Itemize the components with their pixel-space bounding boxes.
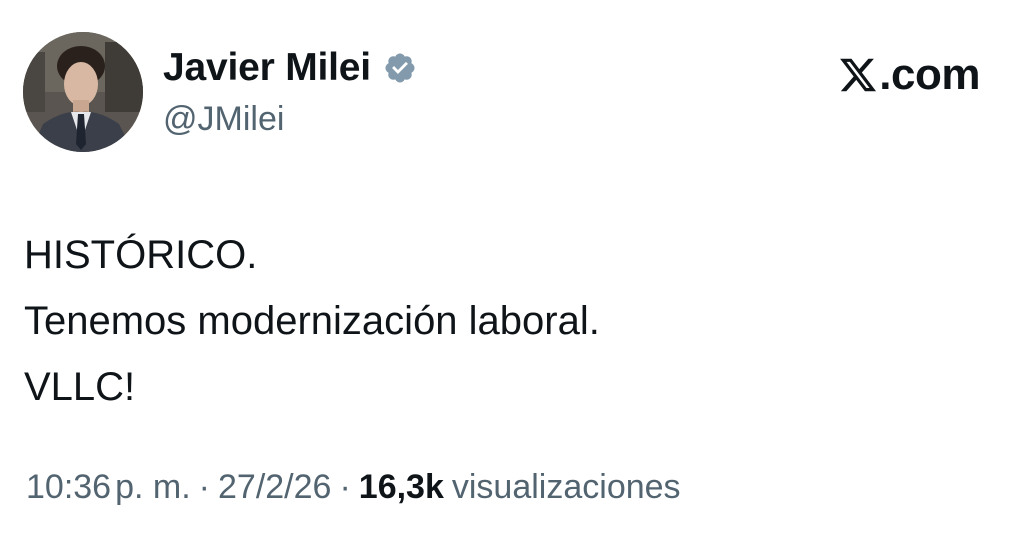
name-row: Javier Milei: [163, 42, 417, 94]
x-brand-text: .com: [879, 50, 980, 99]
views-count: 16,3k: [358, 468, 444, 506]
tweet-meta: 10:36 p. m. · 27/2/26 · 16,3k visualizac…: [26, 468, 681, 507]
tweet-text: HISTÓRICO. Tenemos modernización laboral…: [24, 222, 984, 420]
x-brand: .com: [838, 50, 980, 100]
verified-badge-icon[interactable]: [383, 51, 417, 85]
display-name[interactable]: Javier Milei: [163, 46, 371, 90]
meta-separator: ·: [339, 468, 351, 506]
timestamp-ampm[interactable]: p. m.: [115, 468, 191, 507]
author-block: Javier Milei @JMilei: [163, 42, 417, 139]
tweet-line: VLLC!: [24, 365, 136, 409]
tweet-line: HISTÓRICO.: [24, 233, 258, 277]
views-label: visualizaciones: [451, 468, 681, 506]
avatar[interactable]: [23, 32, 143, 152]
timestamp-date[interactable]: 27/2/26: [218, 468, 331, 507]
timestamp-time[interactable]: 10:36: [26, 468, 111, 507]
tweet-card: Javier Milei @JMilei .com HISTÓRICO. Ten…: [0, 0, 1024, 556]
avatar-photo: [23, 32, 143, 152]
tweet-line: Tenemos modernización laboral.: [24, 299, 600, 343]
handle[interactable]: @JMilei: [163, 100, 417, 139]
meta-separator: ·: [198, 468, 210, 506]
x-logo-icon: [838, 55, 878, 95]
